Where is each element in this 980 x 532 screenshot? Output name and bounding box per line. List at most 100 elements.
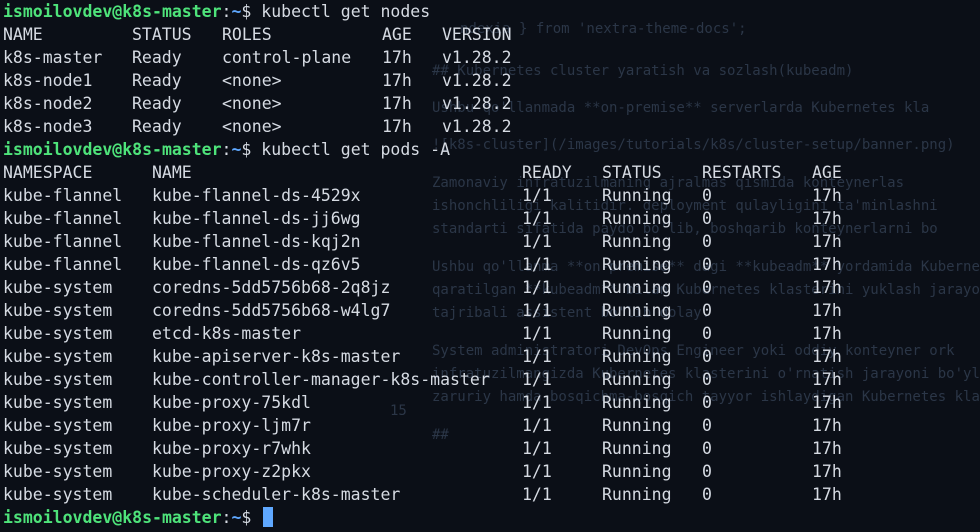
column-header: READY [522,163,572,182]
table-cell: v1.28.2 [442,71,512,90]
nodes-table-row: k8s-node3 Ready <none> 17h v1.28.2 [3,115,980,138]
text-cursor[interactable] [263,507,274,527]
table-cell: 17h [812,370,842,389]
table-cell: 17h [812,393,842,412]
prompt-line: ismoilovdev@k8s-master:~$ kubectl get po… [3,138,980,161]
table-cell: 0 [702,278,712,297]
table-cell: Ready [132,71,182,90]
table-cell: coredns-5dd5756b68-2q8jz [152,278,391,297]
table-cell: kube-proxy-r7whk [152,439,311,458]
table-cell: v1.28.2 [442,48,512,67]
table-cell: 0 [702,462,712,481]
table-cell: k8s-master [3,48,103,67]
prompt-path: ~ [231,140,242,159]
prompt-separator: : [221,140,232,159]
table-cell: 17h [812,232,842,251]
table-cell: 0 [702,393,712,412]
table-cell: Running [602,462,672,481]
pods-table: NAMESPACE NAME READY STATUS RESTARTS AGE kube-… [3,161,980,506]
table-cell: Running [602,255,672,274]
table-cell: 0 [702,209,712,228]
table-cell: kube-proxy-ljm7r [152,416,311,435]
pods-table-row: kube-system coredns-5dd5756b68-w4lg7 1/1 Ru… [3,299,980,322]
nodes-table: NAME STATUS ROLES AGE VERSION k8s-master Ready… [3,23,980,138]
table-cell: 0 [702,324,712,343]
nodes-table-row: k8s-node2 Ready <none> 17h v1.28.2 [3,92,980,115]
table-cell: 1/1 [522,278,552,297]
table-cell: 1/1 [522,393,552,412]
table-cell: k8s-node1 [3,71,93,90]
pods-table-row: kube-system kube-scheduler-k8s-master 1/1 R… [3,483,980,506]
table-cell: kube-flannel [3,209,123,228]
table-cell: 0 [702,370,712,389]
table-cell: kube-flannel-ds-jj6wg [152,209,361,228]
column-header: AGE [812,163,842,182]
table-cell: <none> [222,71,282,90]
table-cell: 1/1 [522,186,552,205]
pods-table-row: kube-system kube-proxy-z2pkx 1/1 Running 0 17… [3,460,980,483]
table-cell: 17h [812,347,842,366]
pods-table-row: kube-system kube-proxy-ljm7r 1/1 Running 0 17… [3,414,980,437]
table-cell: 1/1 [522,255,552,274]
table-cell: Running [602,347,672,366]
prompt-line: ismoilovdev@k8s-master:~$ kubectl get no… [3,0,980,23]
table-cell: v1.28.2 [442,117,512,136]
table-cell: 1/1 [522,485,552,504]
table-cell: control-plane [222,48,352,67]
table-cell: Ready [132,48,182,67]
table-cell: Running [602,370,672,389]
table-cell: kube-system [3,393,113,412]
table-cell: kube-apiserver-k8s-master [152,347,401,366]
table-cell: 17h [812,255,842,274]
table-cell: 1/1 [522,370,552,389]
table-cell: 0 [702,485,712,504]
table-cell: Running [602,393,672,412]
prompt-path: ~ [231,508,242,527]
table-cell: kube-system [3,439,113,458]
table-cell: 17h [812,209,842,228]
table-cell: 0 [702,186,712,205]
table-cell: kube-flannel [3,232,123,251]
table-cell: Running [602,485,672,504]
pods-table-row: kube-system kube-proxy-r7whk 1/1 Running 0 17… [3,437,980,460]
pods-table-row: kube-flannel kube-flannel-ds-4529x 1/1 Runn… [3,184,980,207]
prompt-line-active[interactable]: ismoilovdev@k8s-master:~$ [3,506,980,529]
table-cell: 0 [702,416,712,435]
terminal-window[interactable]: ismoilovdev@k8s-master:~$ kubectl get no… [3,0,980,532]
pods-table-row: kube-system coredns-5dd5756b68-2q8jz 1/1 Ru… [3,276,980,299]
table-cell: Ready [132,94,182,113]
column-header: RESTARTS [702,163,782,182]
table-cell: Running [602,439,672,458]
table-cell: 17h [812,439,842,458]
table-cell: Running [602,232,672,251]
table-cell: kube-flannel-ds-4529x [152,186,361,205]
table-cell: kube-proxy-z2pkx [152,462,311,481]
table-cell: kube-proxy-75kdl [152,393,311,412]
table-cell: k8s-node3 [3,117,93,136]
table-cell: kube-flannel [3,186,123,205]
table-cell: 0 [702,439,712,458]
table-cell: 1/1 [522,209,552,228]
table-cell: 1/1 [522,439,552,458]
table-cell: 0 [702,232,712,251]
table-cell: kube-flannel-ds-kqj2n [152,232,361,251]
prompt-symbol: $ [241,508,252,527]
column-header: AGE [382,25,412,44]
column-header: STATUS [602,163,662,182]
column-header: NAME [152,163,192,182]
table-cell: kube-controller-manager-k8s-master [152,370,490,389]
pods-table-row: kube-system kube-proxy-75kdl 1/1 Running 0 17… [3,391,980,414]
table-cell: Running [602,301,672,320]
pods-table-row: kube-system etcd-k8s-master 1/1 Running 0 17h [3,322,980,345]
table-cell: <none> [222,117,282,136]
table-cell: 17h [812,324,842,343]
table-cell: 17h [812,278,842,297]
table-cell: etcd-k8s-master [152,324,302,343]
pods-table-header-row: NAMESPACE NAME READY STATUS RESTARTS AGE [3,161,980,184]
command-text: kubectl get nodes [261,2,431,21]
table-cell: v1.28.2 [442,94,512,113]
table-cell: 1/1 [522,324,552,343]
nodes-table-row: k8s-master Ready control-plane 17h v1.28.2 [3,46,980,69]
prompt-symbol: $ [241,140,252,159]
prompt-user-host: ismoilovdev@k8s-master [3,140,222,159]
